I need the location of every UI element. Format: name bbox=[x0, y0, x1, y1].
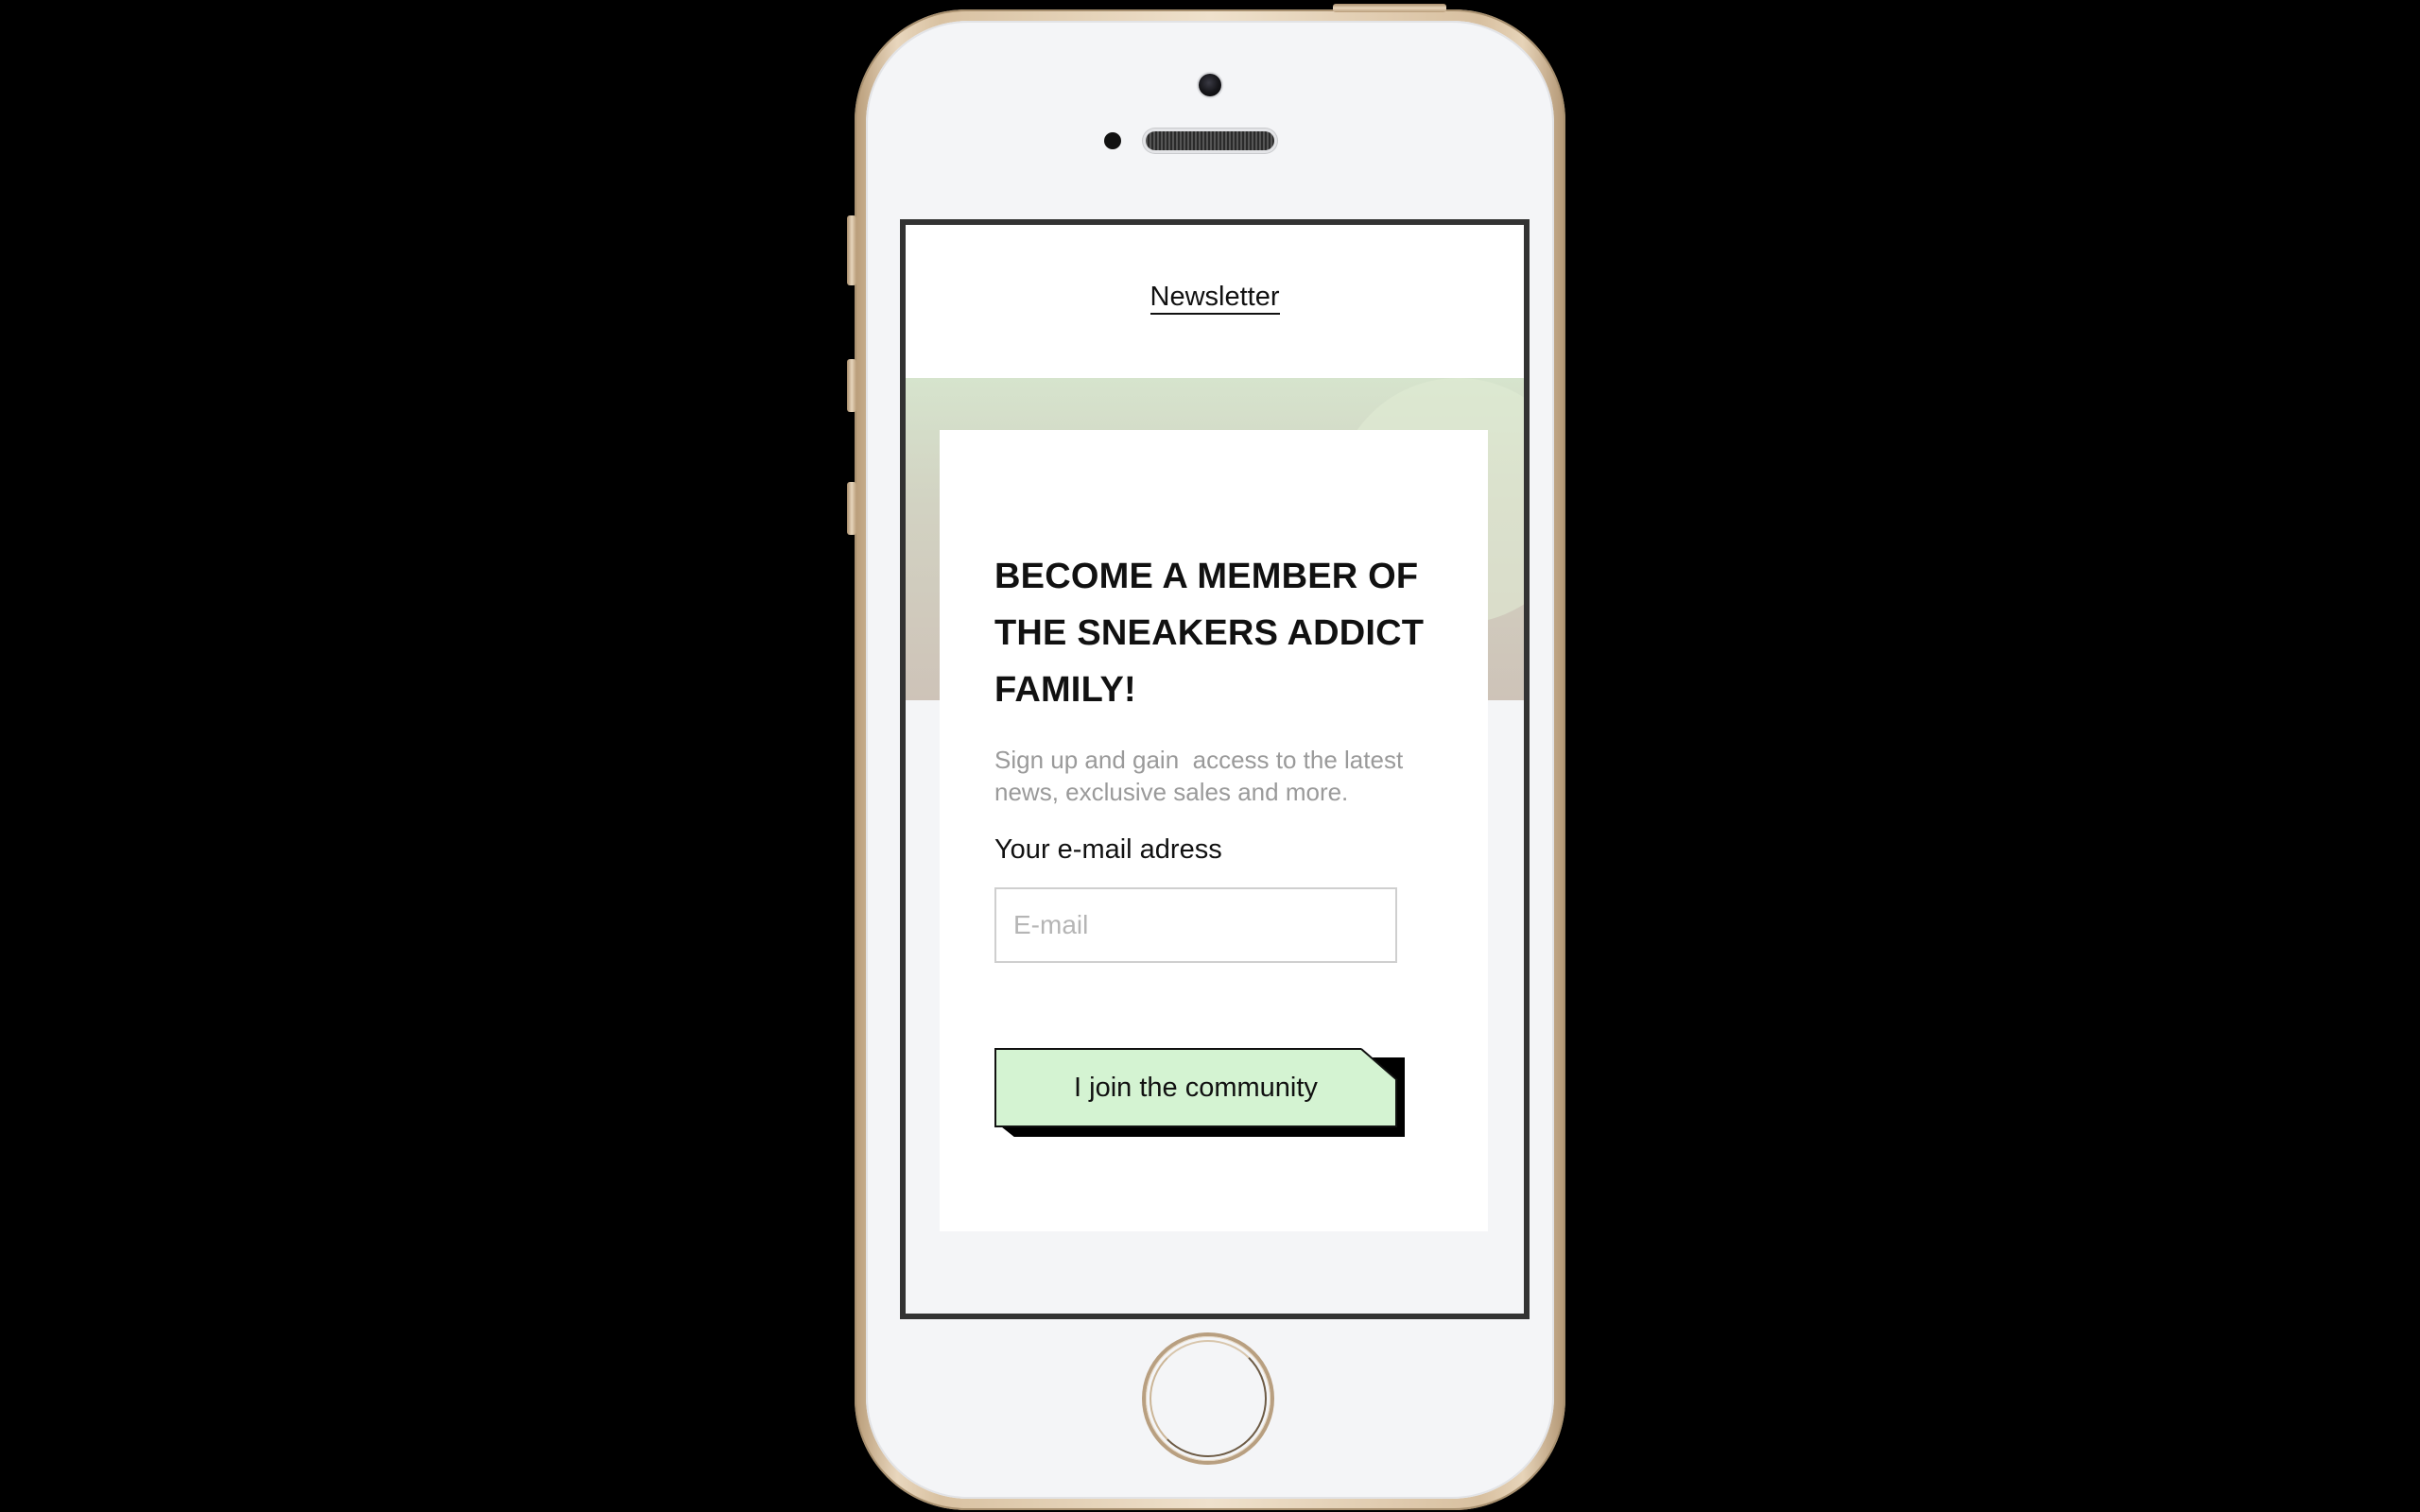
volume-up-button bbox=[847, 359, 856, 412]
phone-screen: Newsletter BECOME A MEMBER OF THE SNEAKE… bbox=[900, 219, 1530, 1319]
join-community-button[interactable]: I join the community bbox=[994, 1048, 1397, 1127]
email-label: Your e-mail adress bbox=[994, 834, 1222, 865]
proximity-sensor-icon bbox=[1104, 132, 1121, 149]
mute-switch bbox=[847, 215, 856, 285]
volume-down-button bbox=[847, 482, 856, 535]
home-button[interactable] bbox=[1146, 1336, 1270, 1461]
power-button bbox=[1333, 4, 1446, 12]
submit-button-wrapper: I join the community bbox=[994, 1048, 1407, 1139]
site-header: Newsletter bbox=[906, 225, 1524, 378]
signup-title: BECOME A MEMBER OF THE SNEAKERS ADDICT F… bbox=[994, 557, 1425, 710]
email-field[interactable] bbox=[994, 887, 1397, 963]
speaker-grille-icon bbox=[1146, 131, 1274, 150]
stage: Newsletter BECOME A MEMBER OF THE SNEAKE… bbox=[0, 0, 2420, 1512]
signup-card: BECOME A MEMBER OF THE SNEAKERS ADDICT F… bbox=[940, 430, 1488, 1231]
signup-description: Sign up and gain access to the latest ne… bbox=[994, 746, 1410, 806]
newsletter-link[interactable]: Newsletter bbox=[1150, 282, 1280, 315]
join-community-label: I join the community bbox=[1074, 1072, 1318, 1103]
front-camera-icon bbox=[1199, 74, 1221, 96]
newsletter-nav: Newsletter bbox=[906, 282, 1524, 315]
